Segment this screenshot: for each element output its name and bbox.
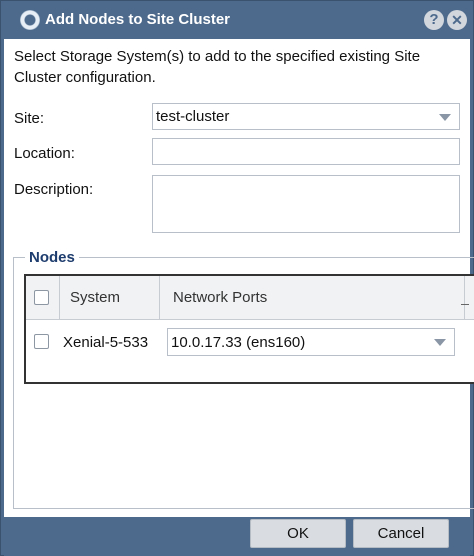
ok-button[interactable]: OK	[250, 519, 346, 548]
description-label: Description:	[14, 181, 94, 198]
system-column-label: System	[70, 289, 121, 306]
description-field[interactable]	[152, 175, 460, 233]
help-icon[interactable]: ?	[424, 10, 444, 30]
table-row[interactable]: Xenial-5-533 10.0.17.33 (ens160)	[26, 320, 474, 364]
dialog-body: Select Storage System(s) to add to the s…	[4, 39, 474, 517]
network-ports-column-label: Network Ports	[173, 289, 268, 306]
nodes-grid: System Network Ports Xenial-5-533 10.0.1…	[24, 274, 474, 384]
row-checkbox[interactable]	[34, 334, 49, 349]
site-select-value: test-cluster	[156, 108, 230, 125]
close-icon[interactable]: ✕	[447, 10, 467, 30]
select-all-header	[26, 276, 60, 319]
grid-header: System Network Ports	[26, 276, 474, 320]
location-label: Location:	[14, 145, 75, 162]
system-column-header[interactable]: System	[60, 276, 160, 319]
chevron-down-icon[interactable]	[434, 339, 446, 346]
network-port-value: 10.0.17.33 (ens160)	[171, 334, 306, 351]
chevron-down-icon[interactable]	[439, 114, 451, 121]
network-ports-column-header[interactable]: Network Ports	[160, 276, 465, 319]
network-port-select[interactable]: 10.0.17.33 (ens160)	[167, 328, 455, 356]
location-field[interactable]	[152, 138, 460, 165]
add-nodes-dialog: Add Nodes to Site Cluster ? ✕ Select Sto…	[0, 0, 474, 556]
intro-text: Select Storage System(s) to add to the s…	[14, 48, 421, 86]
nodes-fieldset: Nodes System Network Ports Xenial-5-533	[13, 249, 474, 509]
grid-scroll-indicator	[461, 304, 469, 305]
cancel-button[interactable]: Cancel	[353, 519, 449, 548]
site-select[interactable]: test-cluster	[152, 103, 460, 130]
dialog-footer: OK Cancel	[4, 517, 470, 556]
select-all-checkbox[interactable]	[34, 290, 49, 305]
row-system: Xenial-5-533	[63, 334, 149, 351]
dialog-title: Add Nodes to Site Cluster	[45, 11, 231, 28]
site-label: Site:	[14, 110, 45, 127]
app-logo-icon	[20, 10, 40, 30]
dialog-titlebar[interactable]: Add Nodes to Site Cluster ? ✕	[1, 1, 473, 39]
nodes-legend: Nodes	[25, 249, 79, 267]
